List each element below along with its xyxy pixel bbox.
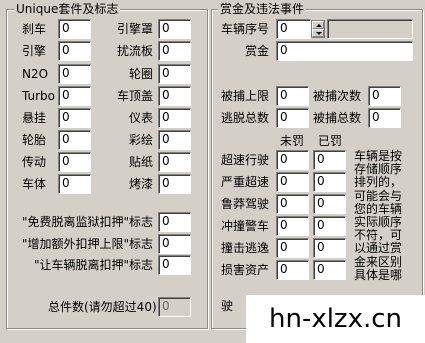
violation-hit-run-label: 撞击逃逸 xyxy=(221,241,270,255)
flag-free-jail-field[interactable]: 0 xyxy=(158,212,191,232)
body-label: 车体 xyxy=(22,177,47,191)
violation-reckless-label: 鲁莽驾驶 xyxy=(221,197,270,211)
paintjob-field[interactable]: 0 xyxy=(158,130,191,150)
spin-down-button[interactable] xyxy=(312,29,324,37)
violation-speeding-fined[interactable]: 0 xyxy=(313,150,346,170)
arrow-down-icon xyxy=(316,32,322,35)
violation-ram-cop-label: 冲撞警车 xyxy=(221,219,270,233)
decals-field[interactable]: 0 xyxy=(158,152,191,172)
vehicle-index-label: 车辆序号 xyxy=(221,22,270,36)
suspension-label: 悬挂 xyxy=(22,111,47,125)
vehicle-index-spinner[interactable] xyxy=(311,20,325,38)
n2o-label: N2O xyxy=(22,67,49,81)
capture-count-label: 被捕次数 xyxy=(313,89,362,103)
turbo-label: Turbo xyxy=(22,89,56,103)
violation-excessive-speed-unfined[interactable]: 0 xyxy=(276,172,309,192)
note-line: 具体是哪 xyxy=(353,267,402,282)
roof-field[interactable]: 0 xyxy=(158,86,191,106)
violation-hit-run-unfined[interactable]: 0 xyxy=(276,238,309,258)
paint-label: 烤漆 xyxy=(129,177,154,191)
flag-release-impound-label: "让车辆脱离扣押"标志 xyxy=(34,258,154,272)
capture-total-label: 被捕总数 xyxy=(313,111,362,125)
violation-reckless-fined[interactable]: 0 xyxy=(313,194,346,214)
brake-label: 刹车 xyxy=(22,22,47,36)
bounty-group-title: 赏金及违法事件 xyxy=(218,2,307,16)
violation-speeding-unfined[interactable]: 0 xyxy=(276,150,309,170)
capture-count-field[interactable]: 0 xyxy=(368,86,401,106)
col-fined-header: 已罚 xyxy=(318,134,343,148)
paintjob-label: 彩绘 xyxy=(129,133,154,147)
violation-ram-cop-unfined[interactable]: 0 xyxy=(276,216,309,236)
note-line: 可能会与 xyxy=(353,188,402,203)
violation-ram-cop-fined[interactable]: 0 xyxy=(313,216,346,236)
col-unfined-header: 未罚 xyxy=(280,134,305,148)
brake-field[interactable]: 0 xyxy=(58,19,91,39)
engine-field[interactable]: 0 xyxy=(58,41,91,61)
vehicle-name-display xyxy=(327,19,413,39)
vehicle-index-field[interactable]: 0 xyxy=(276,19,311,39)
violation-excessive-speed-label: 严重超速 xyxy=(221,175,270,189)
note-line: 以通过赏 xyxy=(353,241,402,256)
n2o-field[interactable]: 0 xyxy=(58,64,91,84)
flag-release-impound-field[interactable]: 0 xyxy=(158,255,191,275)
tires-label: 轮胎 xyxy=(22,133,47,147)
capture-limit-field[interactable]: 0 xyxy=(276,86,309,106)
total-count-label: 总件数(请勿超过40) xyxy=(48,300,157,314)
transmission-label: 传动 xyxy=(22,155,47,169)
suspension-field[interactable]: 0 xyxy=(58,108,91,128)
flag-free-jail-label: "免费脱离监狱扣押"标志 xyxy=(22,215,154,229)
unique-group-title: Unique套件及标志 xyxy=(14,2,121,16)
note-line: 金来区别 xyxy=(353,254,402,269)
body-field[interactable]: 0 xyxy=(58,174,91,194)
turbo-field[interactable]: 0 xyxy=(58,86,91,106)
tires-field[interactable]: 0 xyxy=(58,130,91,150)
engine-label: 引擎 xyxy=(22,44,47,58)
gauges-field[interactable]: 0 xyxy=(158,108,191,128)
rims-label: 轮圈 xyxy=(129,67,154,81)
flag-extra-impound-field[interactable]: 0 xyxy=(158,234,191,254)
total-count-field: 0 xyxy=(158,297,191,317)
violation-partial-label: 驶 xyxy=(221,299,234,313)
spoiler-field[interactable]: 0 xyxy=(158,41,191,61)
capture-limit-label: 被捕上限 xyxy=(221,89,270,103)
arrow-up-icon xyxy=(316,24,322,27)
rims-field[interactable]: 0 xyxy=(158,64,191,84)
violation-property-fined[interactable]: 0 xyxy=(313,260,346,280)
decals-label: 贴纸 xyxy=(129,155,154,169)
spin-up-button[interactable] xyxy=(312,21,324,29)
bounty-label: 赏金 xyxy=(245,44,270,58)
note-line: 排列的， xyxy=(353,175,402,190)
transmission-field[interactable]: 0 xyxy=(58,152,91,172)
roof-label: 车顶盖 xyxy=(117,89,154,103)
gauges-label: 仪表 xyxy=(129,111,154,125)
hood-field[interactable]: 0 xyxy=(158,19,191,39)
violation-speeding-label: 超速行驶 xyxy=(221,153,270,167)
hood-label: 引擎罩 xyxy=(117,22,154,36)
watermark: hn-xlzx.cn xyxy=(246,295,425,343)
paint-field[interactable]: 0 xyxy=(158,174,191,194)
violation-property-unfined[interactable]: 0 xyxy=(276,260,309,280)
bounty-field[interactable]: 0 xyxy=(276,41,413,61)
flag-extra-impound-label: "增加额外扣押上限"标志 xyxy=(22,237,154,251)
vehicle-order-note: 车辆是按 存储顺序 排列的， 可能会与 您的车辆 实际顺序 不符，可 以通过赏 … xyxy=(350,149,406,282)
escape-total-field[interactable]: 0 xyxy=(276,108,309,128)
escape-total-label: 逃脱总数 xyxy=(221,111,270,125)
violation-property-label: 损害资产 xyxy=(221,263,270,277)
capture-total-field[interactable]: 0 xyxy=(368,108,401,128)
violation-excessive-speed-fined[interactable]: 0 xyxy=(313,172,346,192)
violation-hit-run-fined[interactable]: 0 xyxy=(313,238,346,258)
spoiler-label: 扰流板 xyxy=(117,44,154,58)
violation-reckless-unfined[interactable]: 0 xyxy=(276,194,309,214)
